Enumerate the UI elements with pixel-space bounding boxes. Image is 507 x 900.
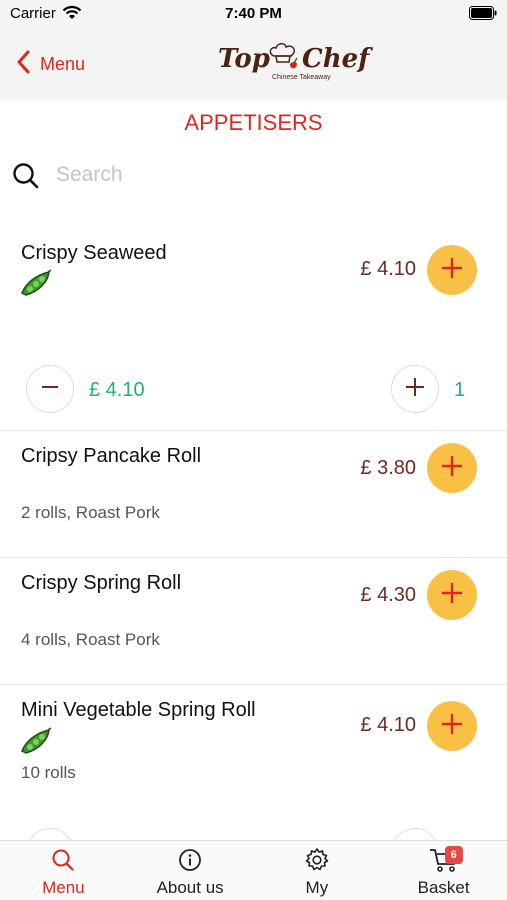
status-bar: Carrier 7:40 PM <box>0 0 507 28</box>
back-label: Menu <box>40 53 86 74</box>
search-input[interactable] <box>56 160 476 190</box>
add-to-basket-button[interactable] <box>427 701 477 751</box>
item-quantity: 1 <box>454 379 466 401</box>
tab-basket[interactable]: 6 Basket <box>380 841 507 900</box>
tab-label: About us <box>156 878 224 897</box>
cart-icon: 6 <box>429 846 463 874</box>
minus-icon <box>40 377 60 402</box>
menu-item-mini-vegetable-spring-roll: Mini Vegetable Spring Roll 10 rolls £ 4.… <box>0 685 507 876</box>
navigation-bar: Menu Top Chef Chinese Takeaway <box>0 28 507 100</box>
item-price: £ 4.30 <box>360 584 416 606</box>
search-icon <box>12 162 40 195</box>
tab-my[interactable]: My <box>254 841 381 900</box>
logo-subtitle: Chinese Takeaway <box>272 74 331 81</box>
plus-icon <box>440 581 464 610</box>
tab-bar: Menu About us My 6 Basket <box>0 840 507 900</box>
menu-item-crispy-seaweed: Crispy Seaweed £ 4.10 £ 4.10 1 <box>0 215 507 431</box>
top-chef-logo: Top Chef Chinese Takeaway <box>216 42 376 88</box>
item-subtotal: £ 4.10 <box>89 379 145 401</box>
tab-about-us[interactable]: About us <box>127 841 254 900</box>
add-to-basket-button[interactable] <box>427 443 477 493</box>
item-price: £ 3.80 <box>360 457 416 479</box>
tab-label: My <box>305 878 329 897</box>
item-description: 10 rolls <box>21 763 76 782</box>
category-title: APPETISERS <box>184 110 323 135</box>
menu-item-spring-roll: Crispy Spring Roll 4 rolls, Roast Pork £… <box>0 558 507 685</box>
vegetarian-icon <box>20 727 52 760</box>
plus-icon <box>440 454 464 483</box>
basket-count-badge: 6 <box>444 846 463 864</box>
plus-icon <box>440 256 464 285</box>
plus-icon <box>405 377 425 402</box>
item-price: £ 4.10 <box>360 258 416 280</box>
clock: 7:40 PM <box>225 5 282 22</box>
add-to-basket-button[interactable] <box>427 245 477 295</box>
battery-icon <box>469 6 497 25</box>
item-name: Mini Vegetable Spring Roll <box>21 699 256 721</box>
chevron-left-icon <box>16 50 30 79</box>
decrease-quantity-button[interactable] <box>26 365 74 413</box>
search-icon <box>51 846 75 874</box>
back-button[interactable]: Menu <box>16 48 85 80</box>
item-description: 4 rolls, Roast Pork <box>21 630 160 649</box>
menu-item-pancake-roll: Cripsy Pancake Roll 2 rolls, Roast Pork … <box>0 431 507 558</box>
increase-quantity-button[interactable] <box>391 365 439 413</box>
tab-menu[interactable]: Menu <box>0 841 127 900</box>
logo-text-right: Chef <box>302 44 370 74</box>
logo-text-left: Top <box>218 44 270 74</box>
tab-label: Basket <box>417 878 470 897</box>
item-name: Crispy Seaweed <box>21 242 167 264</box>
add-to-basket-button[interactable] <box>427 570 477 620</box>
tab-label: Menu <box>42 878 85 897</box>
info-icon <box>178 846 202 874</box>
item-description: 2 rolls, Roast Pork <box>21 503 160 522</box>
gear-icon <box>304 846 330 874</box>
search-bar <box>12 160 492 192</box>
item-name: Crispy Spring Roll <box>21 572 182 594</box>
item-price: £ 4.10 <box>360 714 416 736</box>
item-name: Cripsy Pancake Roll <box>21 445 202 467</box>
plus-icon <box>440 712 464 741</box>
vegetarian-icon <box>20 269 52 302</box>
